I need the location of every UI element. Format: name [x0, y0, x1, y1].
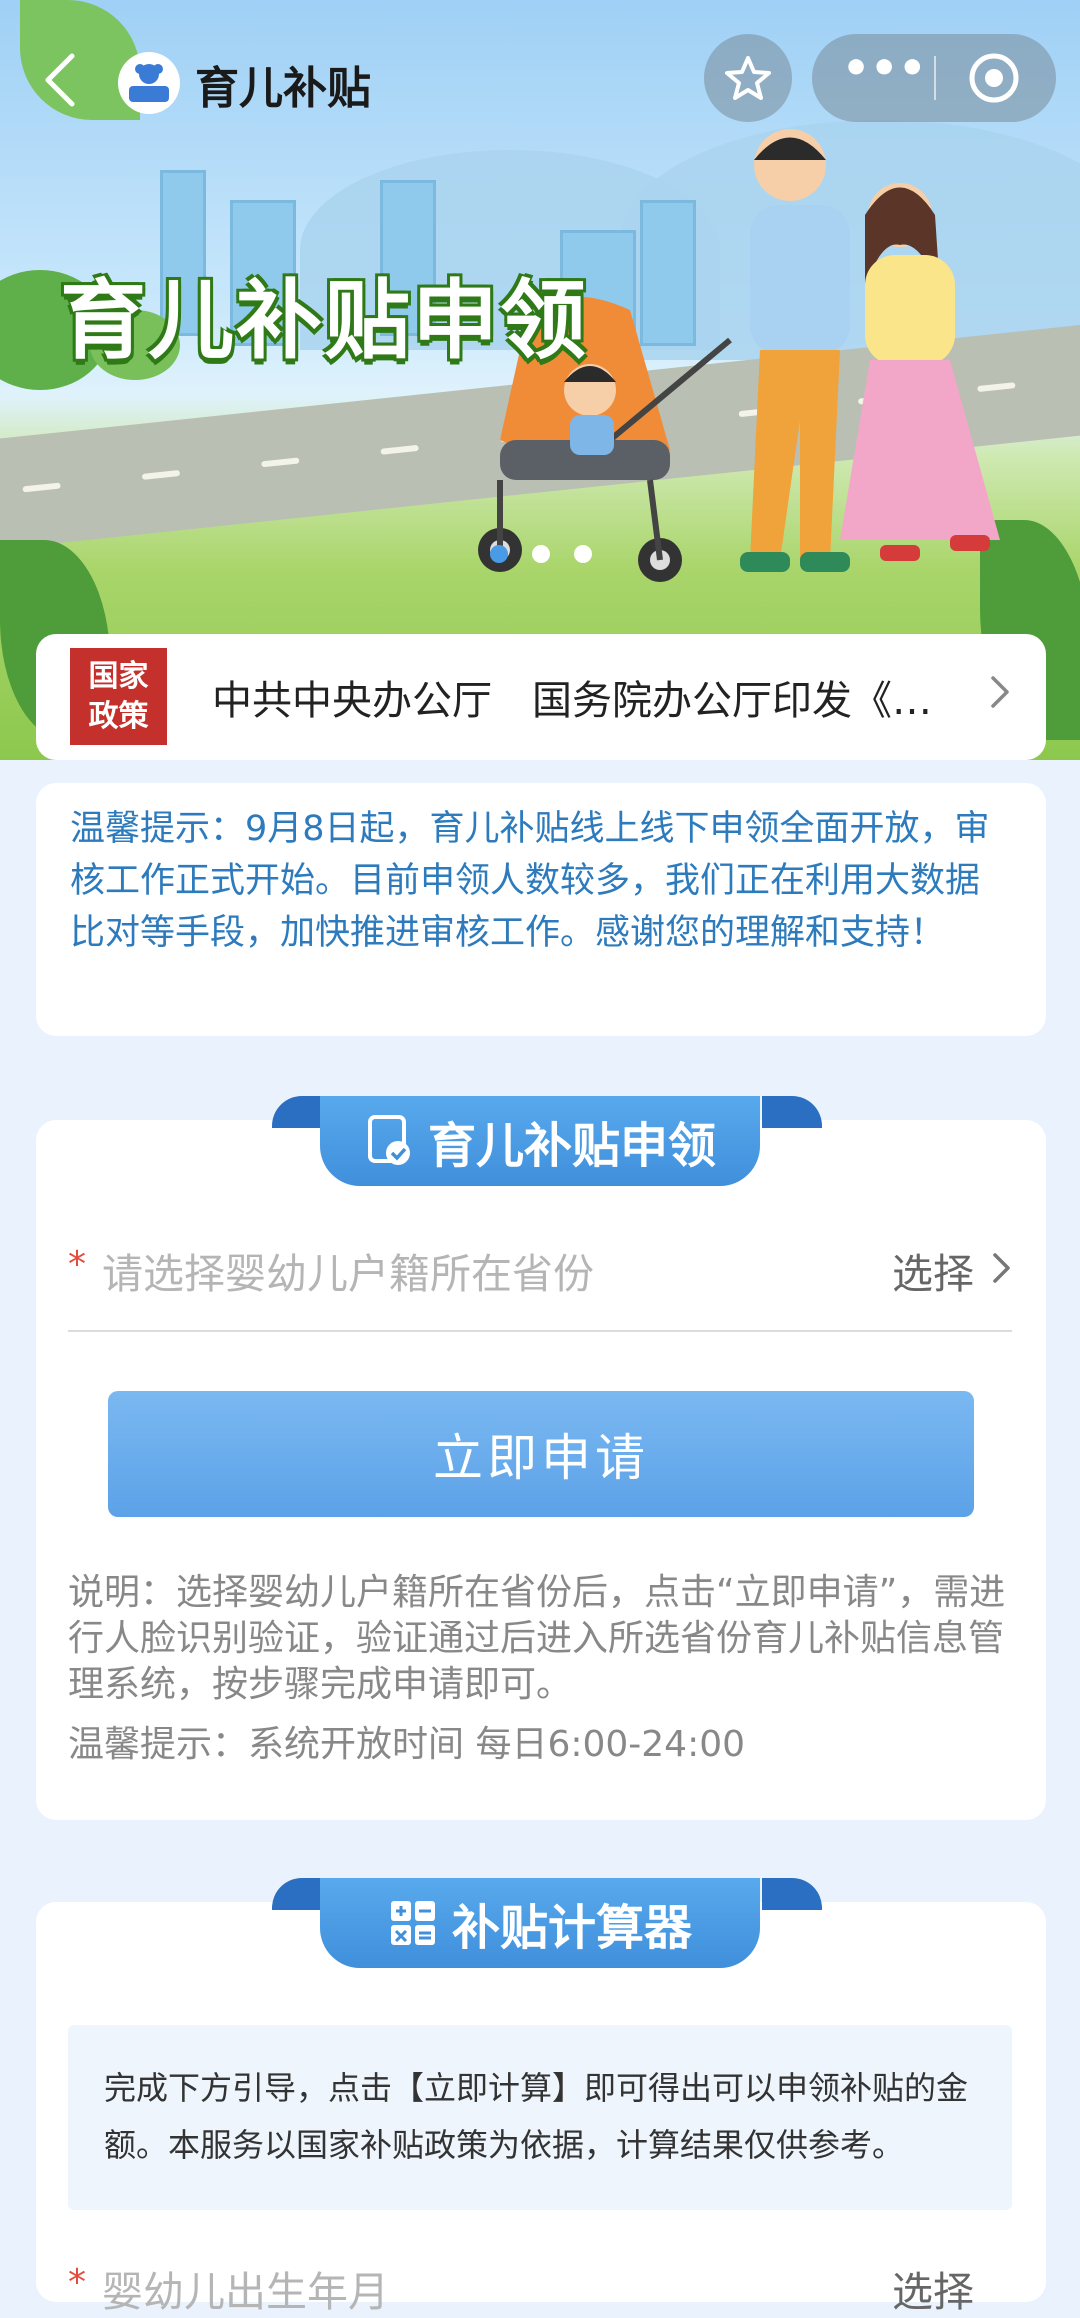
calculator-icon — [390, 1901, 435, 1945]
more-dots-icon: ••• — [842, 43, 927, 94]
ribbon-ear — [762, 1096, 822, 1128]
banner-title: 育儿补贴申领 — [60, 271, 588, 371]
opening-hours-tip: 温馨提示：系统开放时间 每日6:00-24:00 — [68, 1724, 746, 1765]
required-mark: * — [68, 2262, 86, 2303]
star-icon — [725, 56, 771, 100]
apply-description: 说明：选择婴幼儿户籍所在省份后，点击“立即申请”，需进行人脸识别验证，验证通过后… — [68, 1572, 1006, 1705]
carousel-dot-active[interactable] — [490, 545, 508, 563]
birth-date-select-placeholder[interactable]: 婴幼儿出生年月 — [102, 2258, 389, 2318]
favorite-button[interactable] — [704, 34, 792, 122]
province-select-button[interactable]: 选择 — [892, 1240, 974, 1300]
page-title: 育儿补贴 — [195, 63, 371, 114]
carousel-dot[interactable] — [532, 545, 550, 563]
birth-date-select-button[interactable]: 选择 — [892, 2258, 974, 2318]
apply-section-header: 育儿补贴申领 — [320, 1096, 760, 1186]
app-logo-icon — [121, 55, 177, 111]
carousel-dot[interactable] — [574, 545, 592, 563]
calculator-section-header: 补贴计算器 — [320, 1878, 760, 1968]
back-arrow-icon — [45, 53, 75, 107]
app-logo — [118, 52, 180, 114]
ribbon-ear — [762, 1878, 822, 1910]
apply-now-button[interactable]: 立即申请 — [108, 1391, 974, 1517]
target-circle-icon — [969, 53, 1019, 103]
province-select-placeholder[interactable]: 请选择婴幼儿户籍所在省份 — [102, 1240, 594, 1300]
more-button[interactable]: ••• — [842, 44, 926, 112]
notice-text: 温馨提示：9月8日起，育儿补贴线上线下申领全面开放，审核工作正式开始。目前申领人… — [70, 809, 990, 953]
apply-section-title: 育儿补贴申领 — [427, 1118, 716, 1174]
policy-badge-label: 国家政策 — [88, 658, 149, 734]
calculator-section-title: 补贴计算器 — [451, 1900, 692, 1956]
required-mark: * — [68, 1244, 86, 1285]
back-button[interactable] — [40, 50, 100, 110]
chevron-right-icon — [990, 1250, 1014, 1286]
policy-headline[interactable]: 中共中央办公厅 国务院办公厅印发《… — [212, 668, 992, 726]
close-miniprogram-button[interactable] — [966, 50, 1022, 106]
policy-badge: 国家政策 — [70, 648, 167, 745]
document-check-icon — [367, 1115, 410, 1165]
field-divider — [68, 1330, 1012, 1332]
chevron-right-icon — [988, 672, 1018, 712]
calculator-info-text: 完成下方引导，点击【立即计算】即可得出可以申领补贴的金额。本服务以国家补贴政策为… — [104, 2069, 969, 2164]
capsule-divider — [934, 56, 936, 100]
